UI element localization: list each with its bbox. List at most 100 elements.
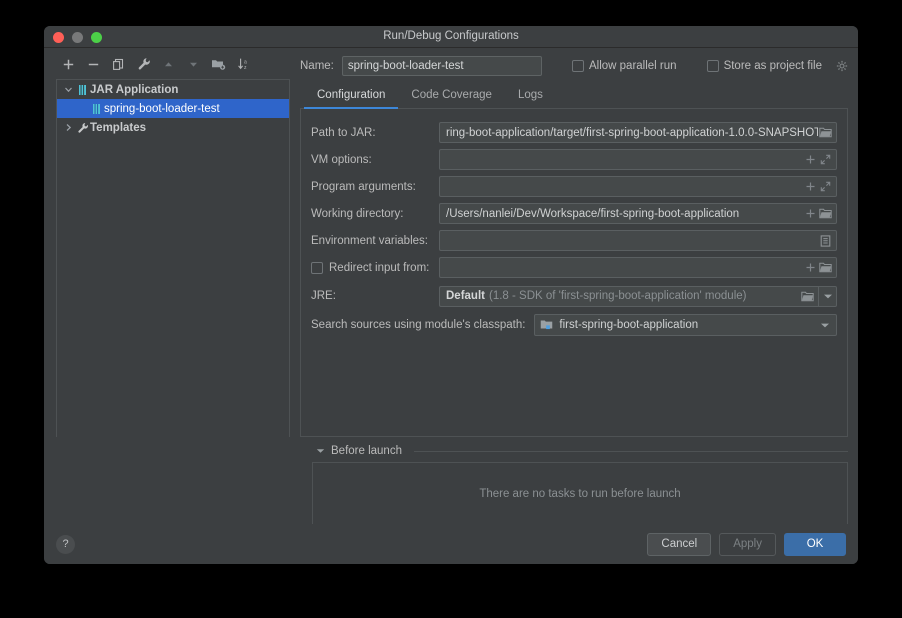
working-directory-field[interactable]: /Users/nanlei/Dev/Workspace/first-spring… [439, 203, 837, 224]
tab-logs[interactable]: Logs [505, 84, 556, 109]
path-to-jar-field[interactable]: ring-boot-application/target/first-sprin… [439, 122, 837, 143]
button-label: Cancel [661, 538, 697, 550]
dialog-footer: ? Cancel Apply OK [44, 524, 858, 564]
chevron-down-icon[interactable] [316, 448, 325, 454]
run-debug-configurations-dialog: Run/Debug Configurations [44, 26, 858, 564]
apply-button[interactable]: Apply [719, 533, 776, 556]
environment-variables-field[interactable] [439, 230, 837, 251]
tab-label: Configuration [317, 89, 385, 101]
svg-text:z: z [244, 65, 247, 71]
jre-value-box[interactable]: Default (1.8 - SDK of 'first-spring-boot… [439, 286, 818, 307]
copy-configuration-button[interactable] [109, 55, 128, 74]
checkbox-box[interactable] [311, 262, 323, 274]
plus-icon[interactable] [803, 205, 818, 222]
program-arguments-row: Program arguments: [311, 173, 837, 200]
folder-icon[interactable] [818, 259, 833, 276]
working-directory-value: /Users/nanlei/Dev/Workspace/first-spring… [446, 208, 803, 220]
dialog-body: a z [44, 48, 858, 564]
redirect-input-row: Redirect input from: [311, 254, 837, 281]
folder-icon[interactable] [800, 288, 815, 305]
jre-value-detail: (1.8 - SDK of 'first-spring-boot-applica… [489, 290, 747, 302]
move-down-button[interactable] [184, 55, 203, 74]
tree-item-spring-boot-loader-test[interactable]: spring-boot-loader-test [57, 99, 289, 118]
jre-label: JRE: [311, 290, 439, 302]
vm-options-label: VM options: [311, 154, 439, 166]
edit-templates-wrench-icon[interactable] [134, 55, 153, 74]
configurations-pane: a z [44, 48, 290, 437]
expand-icon[interactable] [818, 151, 833, 168]
chevron-down-icon [823, 287, 833, 305]
allow-parallel-run-checkbox[interactable]: Allow parallel run [572, 60, 677, 72]
jre-dropdown-button[interactable] [818, 286, 837, 307]
plus-icon[interactable] [803, 259, 818, 276]
tree-item-jar-application[interactable]: JAR Application [57, 80, 289, 99]
redirect-input-field[interactable] [439, 257, 837, 278]
before-launch-task-list[interactable]: There are no tasks to run before launch [312, 462, 848, 524]
folder-icon[interactable] [818, 205, 833, 222]
store-as-project-file-checkbox[interactable]: Store as project file [707, 60, 822, 72]
configurations-tree[interactable]: JAR Application spring [56, 79, 290, 437]
environment-variables-label: Environment variables: [311, 235, 439, 247]
editor-tabs: Configuration Code Coverage Logs [300, 84, 848, 109]
remove-configuration-button[interactable] [84, 55, 103, 74]
tab-code-coverage[interactable]: Code Coverage [398, 84, 505, 109]
cancel-button[interactable]: Cancel [647, 533, 711, 556]
tab-label: Code Coverage [411, 89, 492, 101]
env-list-icon[interactable] [818, 232, 833, 249]
window-titlebar: Run/Debug Configurations [44, 26, 858, 48]
configuration-form: Path to JAR: ring-boot-application/targe… [300, 109, 848, 437]
expand-icon[interactable] [818, 178, 833, 195]
help-button[interactable]: ? [56, 535, 75, 554]
plus-icon[interactable] [803, 151, 818, 168]
jre-value-main: Default [446, 290, 485, 302]
button-label: Apply [733, 538, 762, 550]
name-row: Name: Allow parallel run Store as projec… [300, 52, 848, 80]
name-input[interactable] [342, 56, 542, 76]
path-to-jar-value: ring-boot-application/target/first-sprin… [446, 127, 818, 139]
jre-combo[interactable]: Default (1.8 - SDK of 'first-spring-boot… [439, 286, 837, 307]
vm-options-field[interactable] [439, 149, 837, 170]
environment-variables-row: Environment variables: [311, 227, 837, 254]
before-launch-header[interactable]: Before launch [312, 445, 848, 457]
divider [414, 451, 848, 452]
name-label: Name: [300, 60, 334, 72]
sort-az-icon[interactable]: a z [234, 55, 253, 74]
move-up-button[interactable] [159, 55, 178, 74]
move-into-folder-icon[interactable] [209, 55, 228, 74]
add-configuration-button[interactable] [59, 55, 78, 74]
button-label: OK [807, 538, 824, 550]
checkbox-box[interactable] [572, 60, 584, 72]
jre-row: JRE: Default (1.8 - SDK of 'first-spring… [311, 281, 837, 311]
gear-icon[interactable] [836, 60, 848, 72]
store-as-project-file-label: Store as project file [724, 60, 822, 72]
tree-item-templates[interactable]: Templates [57, 118, 289, 137]
jar-icon [89, 103, 104, 115]
wrench-icon [75, 122, 90, 134]
chevron-right-icon[interactable] [61, 123, 75, 132]
module-icon [540, 319, 553, 331]
tree-item-label: spring-boot-loader-test [104, 103, 220, 115]
chevron-down-icon[interactable] [820, 322, 830, 329]
search-sources-label: Search sources using module's classpath: [311, 319, 525, 331]
checkbox-box[interactable] [707, 60, 719, 72]
redirect-input-checkbox[interactable]: Redirect input from: [311, 262, 439, 274]
program-arguments-field[interactable] [439, 176, 837, 197]
path-to-jar-label: Path to JAR: [311, 127, 439, 139]
before-launch-title: Before launch [331, 445, 402, 457]
path-to-jar-row: Path to JAR: ring-boot-application/targe… [311, 119, 837, 146]
tree-item-label: JAR Application [90, 84, 178, 96]
configurations-toolbar: a z [56, 52, 290, 76]
ok-button[interactable]: OK [784, 533, 846, 556]
folder-icon[interactable] [818, 124, 833, 141]
window-title: Run/Debug Configurations [44, 30, 858, 42]
search-sources-value: first-spring-boot-application [559, 319, 820, 331]
search-sources-row: Search sources using module's classpath:… [311, 311, 837, 339]
plus-icon[interactable] [803, 178, 818, 195]
tab-configuration[interactable]: Configuration [304, 84, 398, 109]
chevron-down-icon[interactable] [61, 85, 75, 94]
working-directory-row: Working directory: /Users/nanlei/Dev/Wor… [311, 200, 837, 227]
configuration-editor-pane: Name: Allow parallel run Store as projec… [290, 48, 858, 437]
redirect-input-label: Redirect input from: [329, 262, 429, 274]
search-sources-combo[interactable]: first-spring-boot-application [534, 314, 837, 336]
before-launch-empty-text: There are no tasks to run before launch [479, 488, 680, 500]
